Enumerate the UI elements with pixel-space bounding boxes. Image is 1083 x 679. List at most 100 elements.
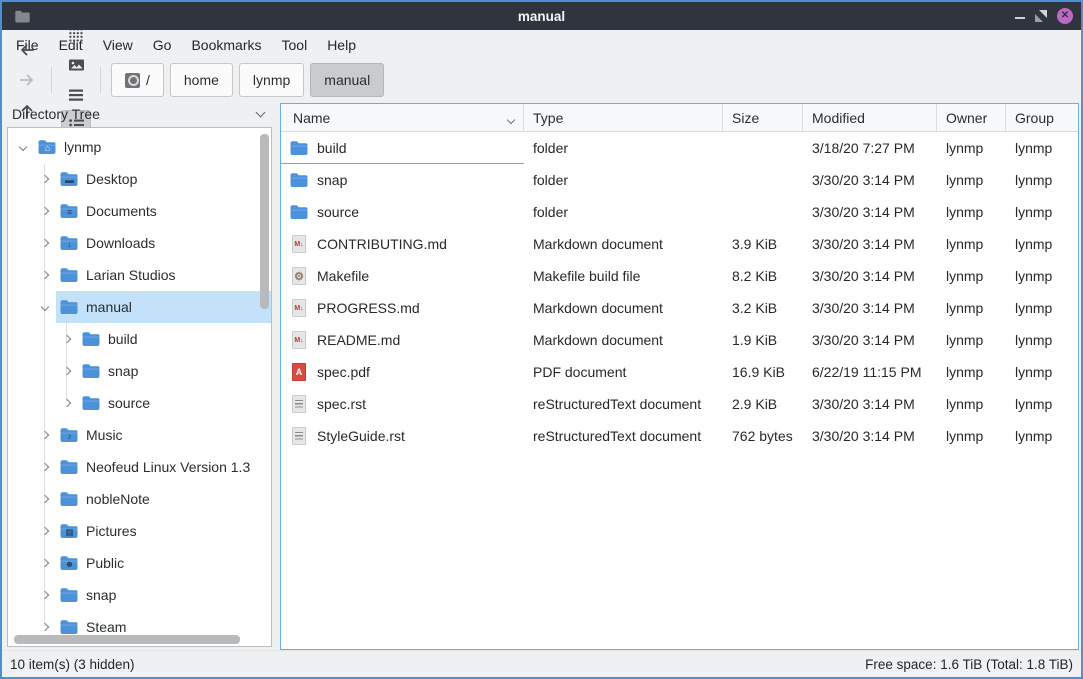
tree-item-content[interactable]: ▦Pictures xyxy=(56,515,271,547)
file-name-cell[interactable]: source xyxy=(281,196,524,228)
file-row-spec-rst[interactable]: spec.rstreStructuredText document2.9 KiB… xyxy=(281,388,1078,420)
path-button-manual[interactable]: manual xyxy=(310,63,384,97)
tree-item-downloads[interactable]: ↓Downloads xyxy=(8,227,271,259)
chevron-right-icon[interactable] xyxy=(38,496,52,502)
file-name-cell[interactable]: M↓README.md xyxy=(281,324,524,356)
chevron-right-icon[interactable] xyxy=(38,592,52,598)
file-name-cell[interactable]: spec.rst xyxy=(281,388,524,420)
menu-bookmarks[interactable]: Bookmarks xyxy=(181,33,271,57)
chevron-right-icon[interactable] xyxy=(38,624,52,630)
tree-item-documents[interactable]: ≡Documents xyxy=(8,195,271,227)
file-name-label: StyleGuide.rst xyxy=(317,428,405,444)
drive-icon xyxy=(125,73,140,88)
file-name-label: spec.pdf xyxy=(317,364,370,380)
tree-item-content[interactable]: nobleNote xyxy=(56,483,271,515)
tree-item-content[interactable]: build xyxy=(78,323,271,355)
path-button-home[interactable]: home xyxy=(170,63,233,97)
tree-item-content[interactable]: source xyxy=(78,387,271,419)
chevron-right-icon[interactable] xyxy=(38,464,52,470)
file-row-snap[interactable]: snapfolder3/30/20 3:14 PMlynmplynmp xyxy=(281,164,1078,196)
tree-item-content[interactable]: snap xyxy=(56,579,271,611)
file-owner-cell: lynmp xyxy=(937,236,1006,252)
minimize-button[interactable] xyxy=(1015,17,1025,19)
column-header-owner[interactable]: Owner xyxy=(937,104,1006,132)
file-name-cell[interactable]: M↓CONTRIBUTING.md xyxy=(281,228,524,260)
tree-item-pictures[interactable]: ▦Pictures xyxy=(8,515,271,547)
chevron-right-icon[interactable] xyxy=(60,400,74,406)
column-header-name[interactable]: Name xyxy=(281,104,524,132)
tree-item-content[interactable]: snap xyxy=(78,355,271,387)
path-button-lynmp[interactable]: lynmp xyxy=(239,63,304,97)
menu-tool[interactable]: Tool xyxy=(272,33,318,57)
back-button[interactable] xyxy=(12,35,42,65)
sidebar-mode-selector[interactable]: Directory Tree xyxy=(2,102,274,126)
file-row-build[interactable]: buildfolder3/18/20 7:27 PMlynmplynmp xyxy=(281,132,1078,164)
tree-item-snap[interactable]: snap xyxy=(8,579,271,611)
chevron-down-icon[interactable] xyxy=(16,144,30,150)
tree-item-desktop[interactable]: ▬Desktop xyxy=(8,163,271,195)
tree-item-source[interactable]: source xyxy=(8,387,271,419)
menu-help[interactable]: Help xyxy=(317,33,366,57)
chevron-right-icon[interactable] xyxy=(38,240,52,246)
file-name-cell[interactable]: ⚙Makefile xyxy=(281,260,524,292)
chevron-right-icon[interactable] xyxy=(60,368,74,374)
file-name-cell[interactable]: M↓PROGRESS.md xyxy=(281,292,524,324)
column-header-group[interactable]: Group xyxy=(1006,104,1078,132)
tree-item-build[interactable]: build xyxy=(8,323,271,355)
path-button-root[interactable]: / xyxy=(111,63,164,97)
tree-item-public[interactable]: ☻Public xyxy=(8,547,271,579)
chevron-right-icon[interactable] xyxy=(38,560,52,566)
tree-horizontal-scrollbar[interactable] xyxy=(14,635,240,644)
tree-item-manual[interactable]: manual xyxy=(8,291,271,323)
file-row-styleguide-rst[interactable]: StyleGuide.rstreStructuredText document7… xyxy=(281,420,1078,452)
file-row-contributing-md[interactable]: M↓CONTRIBUTING.mdMarkdown document3.9 Ki… xyxy=(281,228,1078,260)
tree-item-content[interactable]: Neofeud Linux Version 1.3 xyxy=(56,451,271,483)
file-row-makefile[interactable]: ⚙MakefileMakefile build file8.2 KiB3/30/… xyxy=(281,260,1078,292)
tree-vertical-scrollbar[interactable] xyxy=(260,134,269,309)
tree-item-snap[interactable]: snap xyxy=(8,355,271,387)
folder-icon xyxy=(59,297,79,317)
chevron-right-icon[interactable] xyxy=(60,336,74,342)
tree-item-lynmp[interactable]: ⌂lynmp xyxy=(8,131,271,163)
chevron-right-icon[interactable] xyxy=(38,208,52,214)
file-name-cell[interactable]: StyleGuide.rst xyxy=(281,420,524,452)
tree-item-content[interactable]: manual xyxy=(56,291,271,323)
chevron-right-icon[interactable] xyxy=(38,272,52,278)
tree-item-content[interactable]: ☻Public xyxy=(56,547,271,579)
file-row-spec-pdf[interactable]: Aspec.pdfPDF document16.9 KiB6/22/19 11:… xyxy=(281,356,1078,388)
menu-go[interactable]: Go xyxy=(143,33,182,57)
maximize-button[interactable] xyxy=(1035,10,1047,22)
back-icon xyxy=(18,42,36,58)
tree-item-larian-studios[interactable]: Larian Studios xyxy=(8,259,271,291)
tree-item-content[interactable]: ≡Documents xyxy=(56,195,271,227)
text-icon xyxy=(289,394,309,414)
chevron-right-icon[interactable] xyxy=(38,432,52,438)
pdf-icon: A xyxy=(289,362,309,382)
chevron-right-icon[interactable] xyxy=(38,528,52,534)
file-name-cell[interactable]: snap xyxy=(281,164,524,196)
tree-item-content[interactable]: ⌂lynmp xyxy=(34,131,271,163)
tree-item-content[interactable]: Larian Studios xyxy=(56,259,271,291)
file-name-cell[interactable]: Aspec.pdf xyxy=(281,356,524,388)
file-modified-cell: 3/30/20 3:14 PM xyxy=(803,172,937,188)
music-folder-icon: ♪ xyxy=(59,425,79,445)
file-name-cell[interactable]: build xyxy=(281,132,524,164)
file-row-source[interactable]: sourcefolder3/30/20 3:14 PMlynmplynmp xyxy=(281,196,1078,228)
chevron-right-icon[interactable] xyxy=(38,176,52,182)
tree-item-noblenote[interactable]: nobleNote xyxy=(8,483,271,515)
file-row-readme-md[interactable]: M↓README.mdMarkdown document1.9 KiB3/30/… xyxy=(281,324,1078,356)
column-header-modified[interactable]: Modified xyxy=(803,104,937,132)
tree-item-music[interactable]: ♪Music xyxy=(8,419,271,451)
thumbnail-view-button[interactable] xyxy=(61,50,91,80)
tree-item-content[interactable]: ↓Downloads xyxy=(56,227,271,259)
menu-view[interactable]: View xyxy=(93,33,143,57)
tree-item-content[interactable]: ♪Music xyxy=(56,419,271,451)
close-button[interactable]: ✕ xyxy=(1057,8,1073,24)
tree-item-neofeud-linux-version-1-3[interactable]: Neofeud Linux Version 1.3 xyxy=(8,451,271,483)
chevron-down-icon[interactable] xyxy=(38,304,52,310)
file-modified-cell: 3/30/20 3:14 PM xyxy=(803,300,937,316)
tree-item-content[interactable]: ▬Desktop xyxy=(56,163,271,195)
column-header-size[interactable]: Size xyxy=(723,104,803,132)
file-row-progress-md[interactable]: M↓PROGRESS.mdMarkdown document3.2 KiB3/3… xyxy=(281,292,1078,324)
column-header-type[interactable]: Type xyxy=(524,104,723,132)
